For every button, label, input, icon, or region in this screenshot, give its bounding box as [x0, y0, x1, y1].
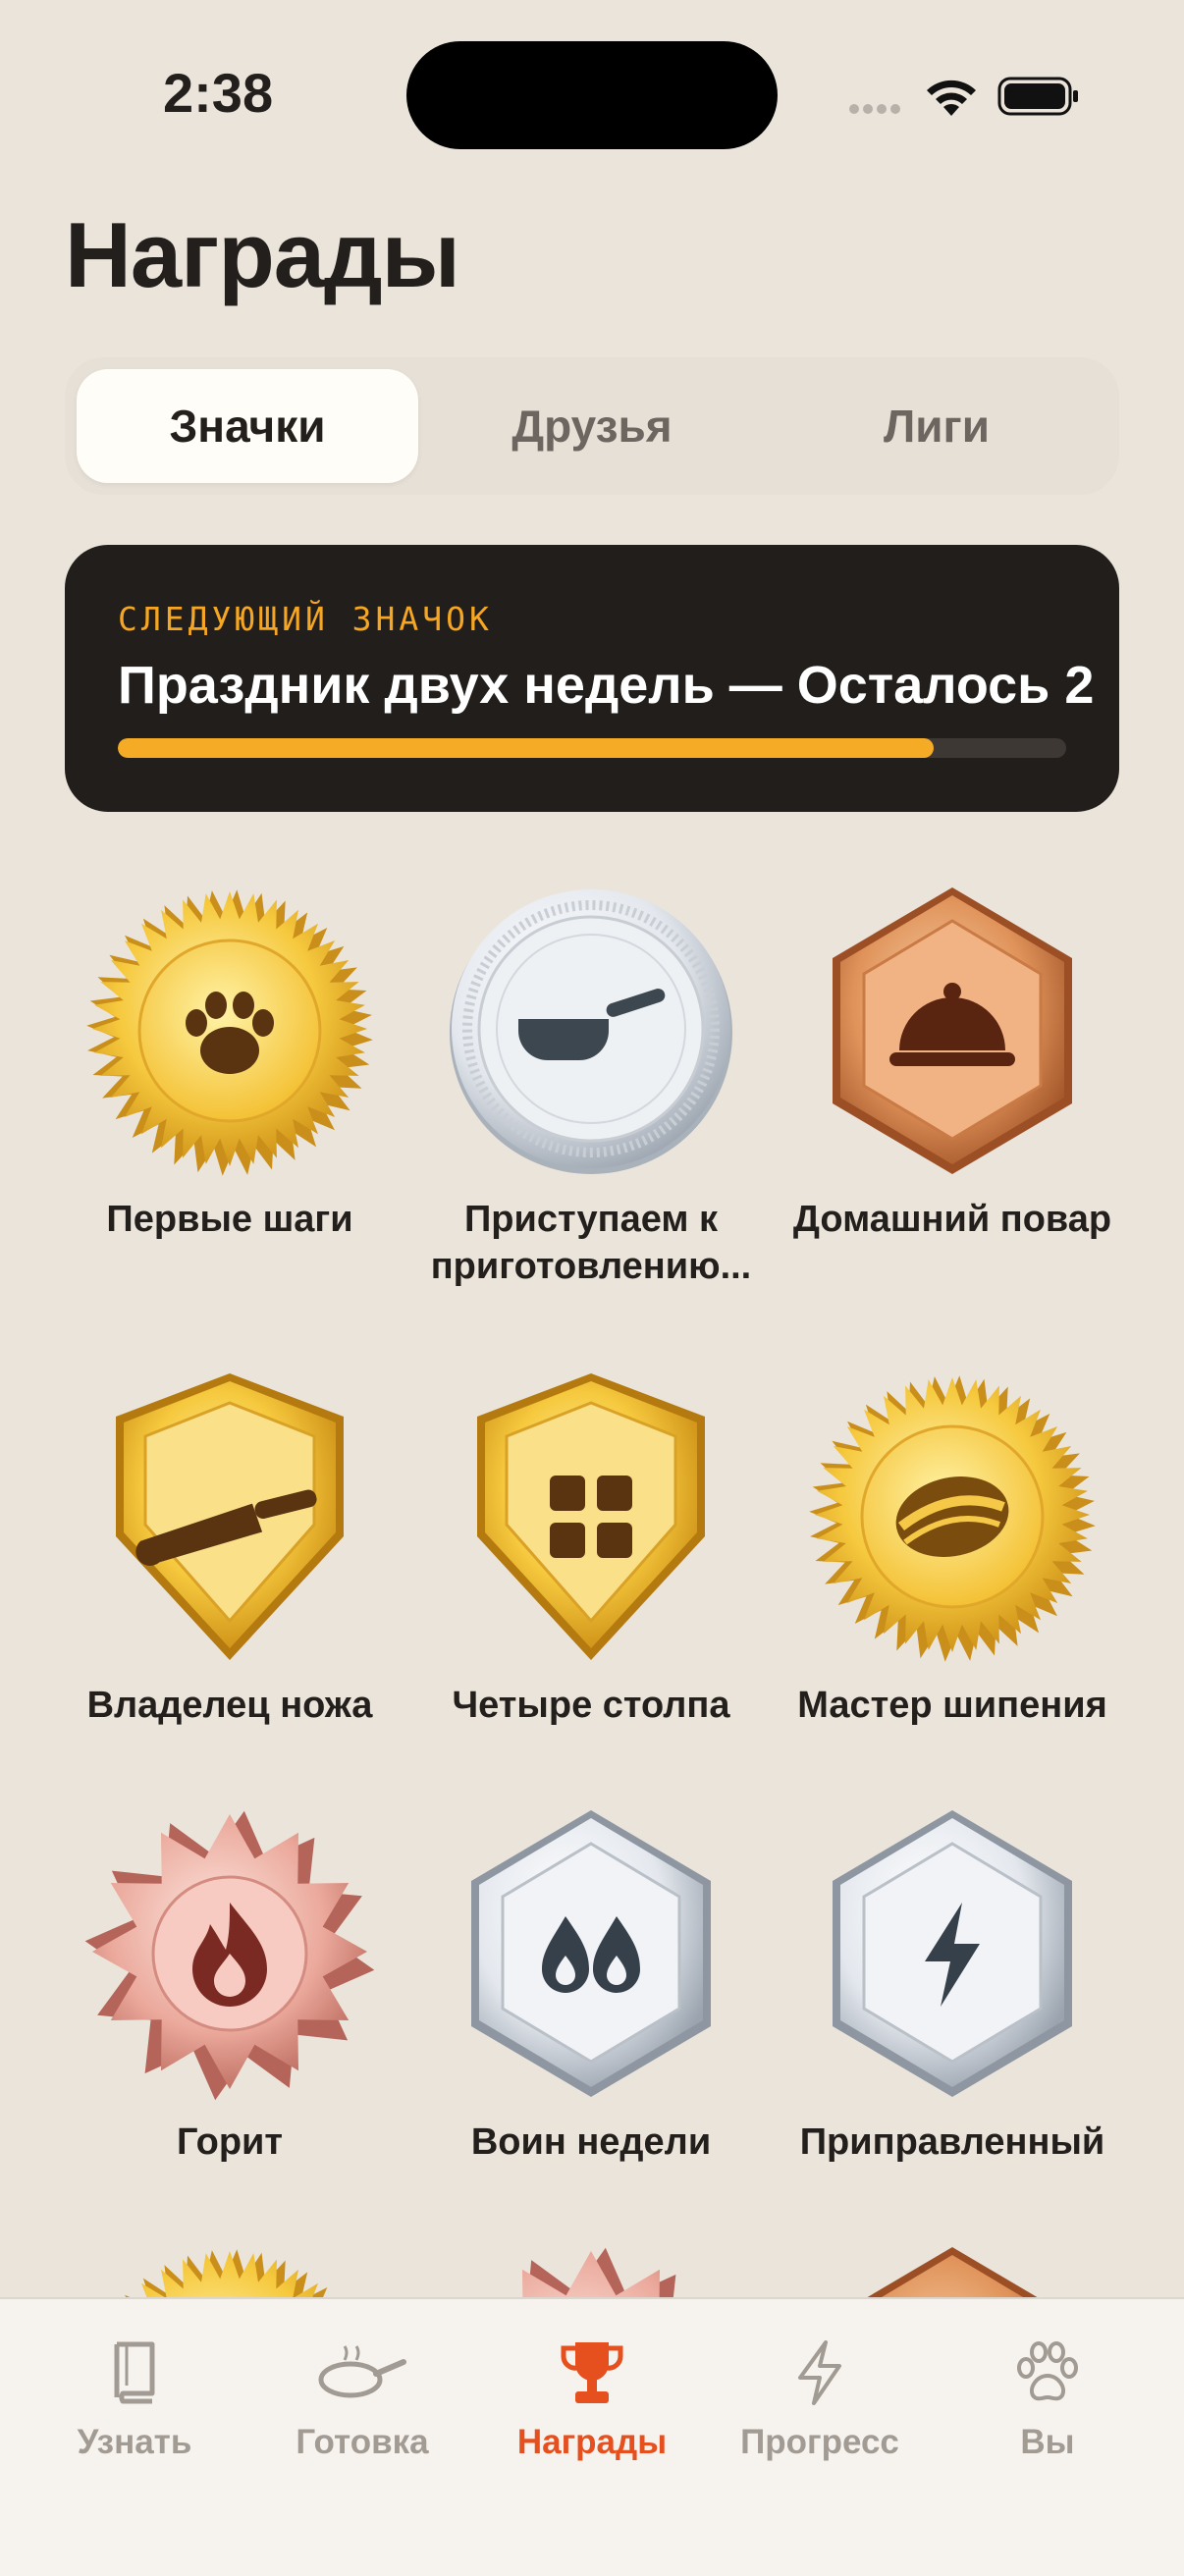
- tab-label: Узнать: [77, 2423, 192, 2461]
- tabbar-item-you[interactable]: Вы: [935, 2338, 1160, 2462]
- progress-fill: [118, 738, 934, 758]
- badge-knife-owner[interactable]: Владелец ножа: [49, 1369, 410, 1729]
- page-title: Награды: [65, 203, 460, 306]
- badge-label: Горит: [176, 2121, 284, 2163]
- badge-sizzle-master[interactable]: Мастер шипения: [772, 1369, 1133, 1729]
- tabbar-item-rewards[interactable]: Награды: [479, 2338, 705, 2462]
- badge-week-warrior[interactable]: Воин недели: [410, 1806, 772, 2166]
- badge-label: Первые шаги: [106, 1199, 353, 1240]
- battery-icon: [997, 77, 1078, 116]
- book-icon: [114, 2341, 155, 2404]
- badge-on-fire[interactable]: Горит: [49, 1806, 410, 2166]
- badge-first-steps[interactable]: Первые шаги: [49, 884, 410, 1243]
- paw-icon: [1017, 2341, 1078, 2401]
- next-badge-title: Праздник двух недель — Осталось 2: [118, 656, 1095, 715]
- tab-label: Награды: [516, 2423, 668, 2461]
- tab-friends[interactable]: Друзья: [421, 369, 763, 483]
- badge-label-line1: Приступаем к: [463, 1199, 719, 1240]
- next-badge-kicker: СЛЕДУЮЩИЙ ЗНАЧОК: [118, 600, 493, 638]
- badge-label: Воин недели: [470, 2121, 712, 2163]
- rose-star-badge: [84, 1810, 375, 2101]
- badge-label: Приправленный: [799, 2121, 1105, 2163]
- gold-burst-badge: [809, 1375, 1096, 1662]
- gold-shield-badge: [116, 1373, 344, 1660]
- signal-icon: [849, 104, 900, 114]
- silver-hexagon-badge: [471, 1810, 711, 2097]
- wifi-icon: [927, 80, 976, 116]
- silver-hexagon-badge: [833, 1810, 1072, 2097]
- tab-label: Готовка: [296, 2423, 429, 2461]
- badge-home-cook[interactable]: Домашний повар: [772, 884, 1133, 1243]
- pan-icon: [318, 2345, 406, 2398]
- tabbar-item-learn[interactable]: Узнать: [22, 2338, 247, 2462]
- badge-label-line2: приготовлению...: [430, 1246, 752, 1287]
- gold-burst-badge: [86, 889, 373, 1176]
- next-badge-progress: [118, 738, 1066, 758]
- tab-bar: Узнать Готовка Награды Прогресс Вы: [0, 2297, 1184, 2576]
- tabbar-item-cooking[interactable]: Готовка: [249, 2338, 475, 2462]
- status-bar: 2:38: [0, 0, 1184, 196]
- tab-label: Вы: [1020, 2423, 1075, 2461]
- next-badge-card[interactable]: СЛЕДУЮЩИЙ ЗНАЧОК Праздник двух недель — …: [65, 545, 1119, 812]
- bronze-hexagon-badge: [833, 887, 1072, 1174]
- badge-label: Владелец ножа: [86, 1685, 373, 1726]
- dynamic-island: [406, 41, 778, 149]
- trophy-icon: [561, 2342, 623, 2403]
- status-time: 2:38: [163, 62, 274, 124]
- tab-leagues[interactable]: Лиги: [766, 369, 1107, 483]
- bolt-icon: [798, 2340, 841, 2405]
- tabbar-item-progress[interactable]: Прогресс: [707, 2338, 933, 2462]
- badge-four-pillars[interactable]: Четыре столпа: [410, 1369, 772, 1729]
- tab-label: Прогресс: [740, 2423, 899, 2461]
- badge-label: Мастер шипения: [797, 1685, 1107, 1726]
- badge-label: Четыре столпа: [452, 1685, 730, 1726]
- gold-shield-badge: [477, 1373, 705, 1660]
- segmented-control: Значки Друзья Лиги: [65, 357, 1119, 495]
- tab-badges[interactable]: Значки: [77, 369, 418, 483]
- badge-getting-started[interactable]: Приступаем к приготовлению...: [410, 884, 772, 1290]
- badge-label: Домашний повар: [792, 1199, 1112, 1240]
- badge-grid: Первые шаги Приступаем к приготовлению..…: [0, 864, 1184, 2307]
- badge-seasoned[interactable]: Приправленный: [772, 1806, 1133, 2166]
- silver-coin-badge: [450, 889, 732, 1174]
